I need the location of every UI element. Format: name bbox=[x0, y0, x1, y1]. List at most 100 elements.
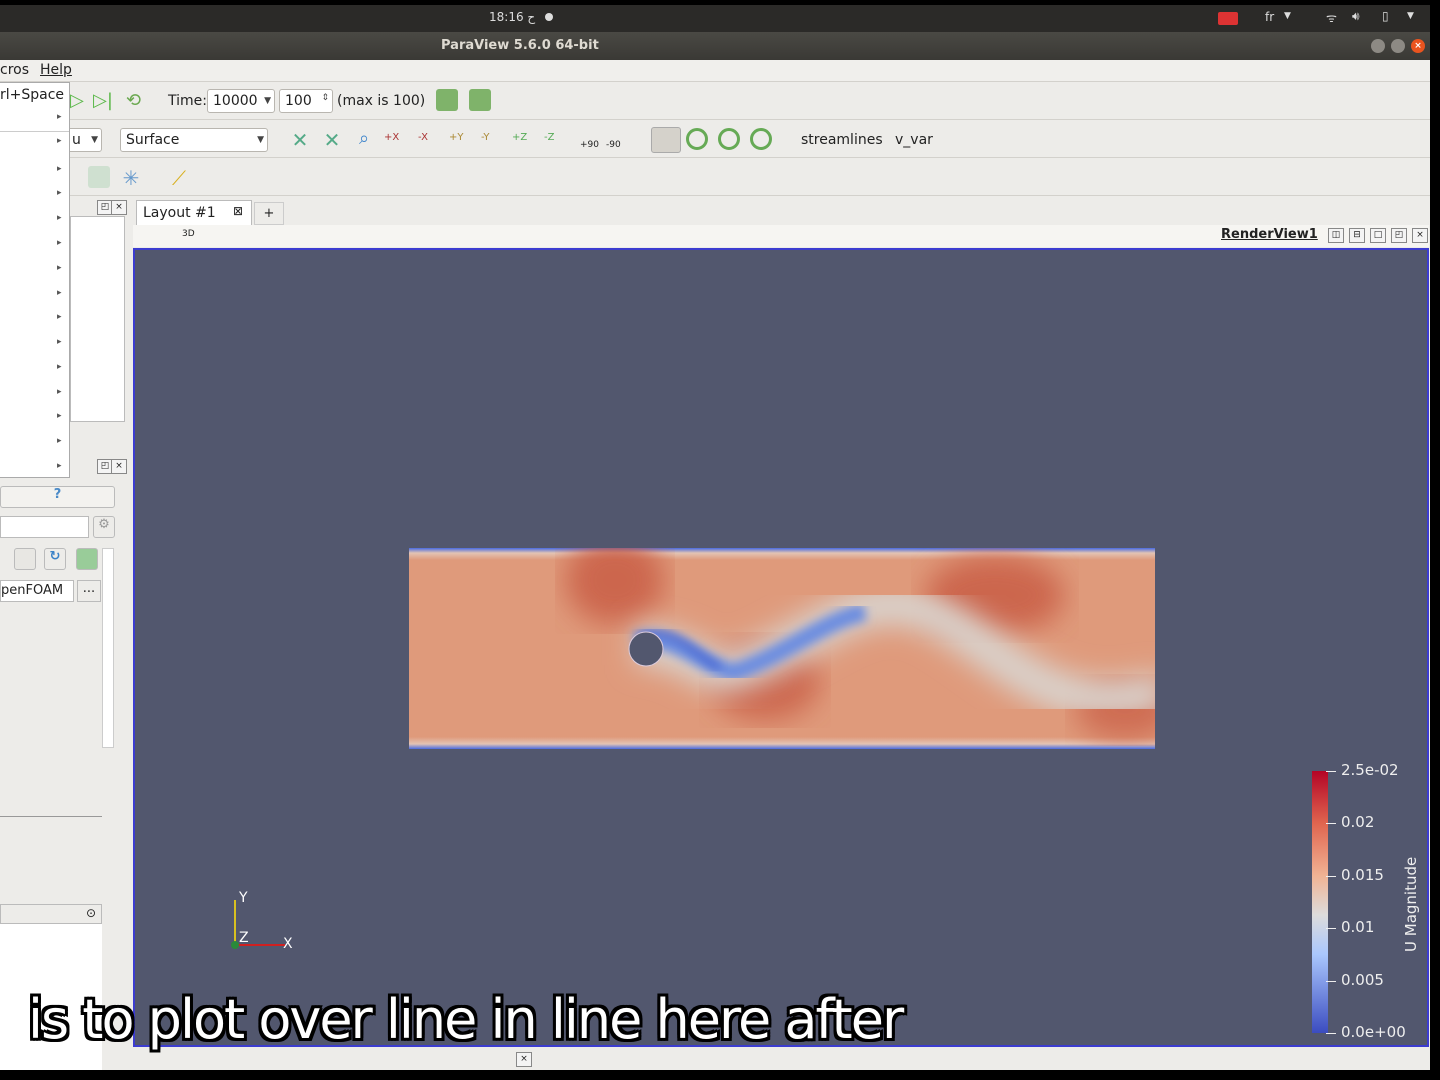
reload-icon[interactable]: ↻ bbox=[44, 548, 66, 570]
colorbar-tick bbox=[1326, 980, 1336, 982]
submenu-arrow-icon[interactable]: ▸ bbox=[57, 213, 62, 223]
properties-search-input[interactable] bbox=[0, 516, 89, 538]
add-layout-tab-button[interactable]: + bbox=[254, 202, 284, 225]
maximize-view-icon[interactable]: □ bbox=[1370, 228, 1386, 243]
submenu-arrow-icon[interactable]: ▸ bbox=[57, 112, 62, 122]
rotate-plus-90-button[interactable]: +90 bbox=[580, 140, 599, 150]
menu-macros[interactable]: cros bbox=[0, 62, 29, 78]
menu-help[interactable]: Help bbox=[40, 62, 72, 78]
properties-scrollbar[interactable] bbox=[102, 548, 114, 748]
layout-tab-label: Layout #1 bbox=[143, 205, 216, 221]
split-vertical-icon[interactable]: ⊟ bbox=[1349, 228, 1365, 243]
tab-layout-1[interactable]: Layout #1 ⊠ bbox=[136, 200, 252, 225]
reader-name-field[interactable]: penFOAM bbox=[0, 580, 74, 602]
help-button[interactable]: ? bbox=[0, 486, 115, 508]
submenu-arrow-icon[interactable]: ▸ bbox=[57, 136, 62, 146]
toggle-3d-button[interactable]: 3D bbox=[182, 229, 195, 239]
temporal-filter-icon[interactable] bbox=[88, 166, 110, 188]
record-icon[interactable] bbox=[1218, 12, 1238, 25]
view-plus-y-button[interactable]: +Y bbox=[449, 132, 464, 143]
float-view-icon[interactable]: ◰ bbox=[1391, 228, 1407, 243]
loop-icon[interactable]: ⟲ bbox=[126, 90, 141, 111]
time-select[interactable]: 10000 ▼ bbox=[207, 89, 275, 113]
view-toolbar: 3D RenderView1 ◫ ⊟ □ ◰ × bbox=[133, 225, 1429, 247]
view-minus-y-button[interactable]: -Y bbox=[481, 132, 490, 143]
rotate-minus-90-button[interactable]: -90 bbox=[606, 140, 621, 150]
copy-icon[interactable] bbox=[14, 548, 36, 570]
close-tab-icon[interactable]: ⊠ bbox=[233, 204, 243, 218]
save-defaults-icon[interactable] bbox=[76, 548, 98, 570]
submenu-arrow-icon[interactable]: ▸ bbox=[57, 337, 62, 347]
help-icon: ? bbox=[53, 487, 62, 502]
colorbar-label: 0.005 bbox=[1341, 970, 1384, 989]
render-view[interactable]: Y Z X bbox=[133, 248, 1429, 1047]
close-icon[interactable]: × bbox=[516, 1052, 532, 1067]
flow-field: Y Z X bbox=[231, 548, 1155, 952]
reader-name: penFOAM bbox=[1, 583, 64, 598]
submenu-arrow-icon[interactable]: ▸ bbox=[57, 461, 62, 471]
submenu-arrow-icon[interactable]: ▸ bbox=[57, 436, 62, 446]
play-icon[interactable]: ▷ bbox=[70, 90, 84, 111]
zoom-to-box-icon[interactable]: ⌕ bbox=[353, 128, 375, 150]
collapse-icon[interactable]: ⊙ bbox=[86, 906, 96, 920]
divider bbox=[0, 816, 102, 817]
chevron-down-icon[interactable]: ▼ bbox=[1284, 11, 1291, 21]
maximize-button[interactable] bbox=[1391, 39, 1405, 53]
view-plus-z-button[interactable]: +Z bbox=[512, 132, 527, 143]
menu-bar: cros Help bbox=[0, 60, 1430, 82]
submenu-arrow-icon[interactable]: ▸ bbox=[57, 238, 62, 248]
keyboard-layout[interactable]: fr bbox=[1265, 10, 1274, 24]
render-view-title[interactable]: RenderView1 bbox=[1221, 227, 1318, 242]
close-view-icon[interactable]: × bbox=[1412, 228, 1428, 243]
gear-icon[interactable]: ⚙ bbox=[93, 516, 115, 538]
snowflake-filter-icon[interactable]: ✳ bbox=[120, 166, 142, 190]
streamlines-button[interactable]: streamlines bbox=[801, 132, 883, 148]
colorbar-label: 0.02 bbox=[1341, 813, 1375, 832]
add-time-icon[interactable] bbox=[469, 89, 491, 111]
submenu-arrow-icon[interactable]: ▸ bbox=[57, 288, 62, 298]
representation-select[interactable]: Surface ▼ bbox=[120, 128, 268, 152]
submenu-arrow-icon[interactable]: ▸ bbox=[57, 362, 62, 372]
view-plus-x-button[interactable]: +X bbox=[384, 132, 399, 143]
orientation-axes-toggle-icon[interactable] bbox=[651, 127, 681, 153]
volume-icon[interactable]: 🔊︎ bbox=[1352, 9, 1360, 24]
wifi-icon[interactable]: ᯤ bbox=[1326, 9, 1337, 26]
more-options-button[interactable]: ... bbox=[77, 580, 101, 602]
minimize-button[interactable] bbox=[1371, 39, 1385, 53]
center-axes-icon[interactable] bbox=[686, 128, 708, 150]
chevron-down-icon[interactable]: ▼ bbox=[1407, 11, 1414, 21]
colorbar-label: 0.01 bbox=[1341, 918, 1375, 937]
timestep-spinbox[interactable]: 100 ⇕ bbox=[279, 89, 333, 113]
close-button[interactable]: × bbox=[1411, 39, 1425, 53]
video-subtitle: is to plot over line in line here after bbox=[28, 988, 904, 1051]
time-label: Time: bbox=[168, 93, 207, 109]
colorbar-tick bbox=[1326, 823, 1336, 825]
reset-camera-icon[interactable]: ✕ bbox=[289, 128, 311, 152]
ruler-icon[interactable]: ⟋ bbox=[168, 166, 190, 190]
colorbar-label: 0.015 bbox=[1341, 865, 1384, 884]
menu-shortcut: rl+Space bbox=[0, 87, 65, 103]
time-inspector-icon[interactable] bbox=[436, 89, 458, 111]
submenu-arrow-icon[interactable]: ▸ bbox=[57, 387, 62, 397]
split-horizontal-icon[interactable]: ◫ bbox=[1328, 228, 1344, 243]
v-var-button[interactable]: v_var bbox=[895, 132, 933, 148]
close-panel-icon[interactable]: × bbox=[111, 200, 127, 215]
zoom-to-data-icon[interactable]: ✕ bbox=[321, 128, 343, 152]
submenu-arrow-icon[interactable]: ▸ bbox=[57, 188, 62, 198]
submenu-arrow-icon[interactable]: ▸ bbox=[57, 164, 62, 174]
submenu-arrow-icon[interactable]: ▸ bbox=[57, 263, 62, 273]
view-minus-x-button[interactable]: -X bbox=[418, 132, 428, 143]
colorbar-title: U Magnitude bbox=[1402, 856, 1420, 952]
reset-center-icon[interactable] bbox=[718, 128, 740, 150]
pick-center-icon[interactable] bbox=[750, 128, 772, 150]
color-by-select[interactable]: u ▼ bbox=[66, 128, 102, 152]
battery-icon[interactable]: ▯ bbox=[1382, 9, 1389, 23]
pipeline-browser[interactable] bbox=[70, 216, 125, 422]
close-panel-icon[interactable]: × bbox=[111, 459, 127, 474]
last-frame-icon[interactable]: ▷| bbox=[93, 90, 113, 111]
view-minus-z-button[interactable]: -Z bbox=[544, 132, 554, 143]
submenu-arrow-icon[interactable]: ▸ bbox=[57, 312, 62, 322]
axis-x-label: X bbox=[283, 936, 293, 952]
submenu-arrow-icon[interactable]: ▸ bbox=[57, 411, 62, 421]
colorbar-label: 2.5e-02 bbox=[1341, 761, 1399, 779]
